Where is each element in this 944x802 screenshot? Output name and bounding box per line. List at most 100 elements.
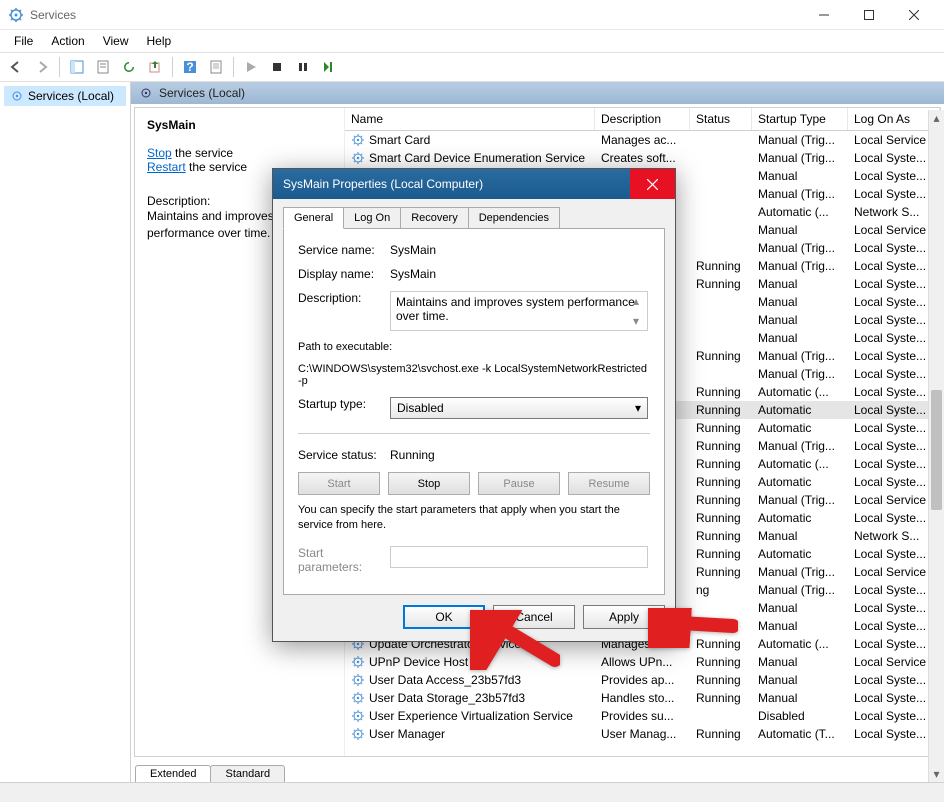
startup-type-dropdown[interactable]: Disabled ▾ (390, 397, 648, 419)
cell-startup: Automatic (... (752, 384, 848, 400)
cell-desc: Manages ac... (595, 132, 690, 148)
toolbar: ? (0, 52, 944, 82)
maximize-button[interactable] (846, 0, 891, 30)
right-pane-title: Services (Local) (159, 86, 245, 100)
show-hide-tree-button[interactable] (65, 55, 89, 79)
cell-name: Smart Card (369, 133, 430, 147)
label-startup-type: Startup type: (298, 397, 390, 411)
right-pane-header: Services (Local) (131, 82, 944, 104)
menu-view[interactable]: View (95, 32, 137, 50)
cell-logon: Local Syste... (848, 150, 940, 166)
back-button[interactable] (4, 55, 28, 79)
properties-button[interactable] (91, 55, 115, 79)
bottom-tabs: Extended Standard (131, 760, 944, 782)
scroll-down-icon[interactable]: ▾ (633, 314, 645, 328)
stop-service-button[interactable] (265, 55, 289, 79)
gear-icon (10, 89, 24, 103)
gear-icon (351, 673, 365, 687)
cell-name: User Data Access_23b57fd3 (369, 673, 521, 687)
gear-icon (351, 727, 365, 741)
cell-status: Running (690, 384, 752, 400)
cell-startup: Manual (752, 654, 848, 670)
cell-startup: Manual (Trig... (752, 348, 848, 364)
menu-help[interactable]: Help (139, 32, 180, 50)
cell-logon: Local Syste... (848, 258, 940, 274)
restart-link[interactable]: Restart (147, 160, 186, 174)
refresh-button[interactable] (117, 55, 141, 79)
dialog-titlebar[interactable]: SysMain Properties (Local Computer) (273, 169, 675, 199)
cell-startup: Automatic (... (752, 636, 848, 652)
help-button[interactable]: ? (178, 55, 202, 79)
dialog-tab-recovery[interactable]: Recovery (400, 207, 468, 229)
cell-logon: Local Service (848, 654, 940, 670)
forward-button[interactable] (30, 55, 54, 79)
properties-dialog: SysMain Properties (Local Computer) Gene… (272, 168, 676, 642)
statusbar (0, 782, 944, 802)
arrow-annotation-icon (470, 610, 560, 670)
dialog-tab-dependencies[interactable]: Dependencies (468, 207, 560, 229)
cell-startup: Manual (Trig... (752, 240, 848, 256)
cell-startup: Manual (Trig... (752, 564, 848, 580)
scroll-up-icon[interactable]: ▴ (633, 294, 645, 308)
cell-logon: Local Syste... (848, 726, 940, 742)
description-textbox[interactable]: Maintains and improves system performanc… (390, 291, 648, 331)
tab-standard[interactable]: Standard (210, 765, 285, 782)
scroll-down-icon[interactable]: ▾ (929, 766, 944, 782)
tree-services-local[interactable]: Services (Local) (4, 86, 126, 106)
scroll-thumb[interactable] (931, 390, 942, 510)
menu-file[interactable]: File (6, 32, 41, 50)
scroll-up-icon[interactable]: ▴ (929, 110, 944, 126)
properties-sheet-button[interactable] (204, 55, 228, 79)
cell-startup: Manual (752, 618, 848, 634)
tree-item-label: Services (Local) (28, 89, 114, 103)
cell-name: User Manager (369, 727, 445, 741)
export-button[interactable] (143, 55, 167, 79)
dialog-tab-general[interactable]: General (283, 207, 344, 229)
table-row[interactable]: User Data Access_23b57fd3Provides ap...R… (345, 671, 940, 689)
stop-link[interactable]: Stop (147, 146, 172, 160)
cell-startup: Automatic (... (752, 456, 848, 472)
window-title: Services (30, 8, 801, 22)
value-service-status: Running (390, 448, 650, 462)
pause-service-button[interactable] (291, 55, 315, 79)
label-service-name: Service name: (298, 243, 390, 257)
start-service-button[interactable] (239, 55, 263, 79)
table-row[interactable]: User Experience Virtualization Service Pr… (345, 707, 940, 725)
close-button[interactable] (891, 0, 936, 30)
col-desc[interactable]: Description (595, 108, 690, 130)
tab-extended[interactable]: Extended (135, 765, 211, 782)
cell-name: User Experience Virtualization Service (369, 709, 573, 723)
col-logon[interactable]: Log On As (848, 108, 940, 130)
cell-startup: Automatic (T... (752, 726, 848, 742)
label-service-status: Service status: (298, 448, 390, 462)
cell-status (690, 175, 752, 177)
cell-logon: Local Syste... (848, 600, 940, 616)
cell-status: Running (690, 564, 752, 580)
vertical-scrollbar[interactable]: ▴ ▾ (928, 110, 944, 782)
stop-button[interactable]: Stop (388, 472, 470, 495)
minimize-button[interactable] (801, 0, 846, 30)
menu-action[interactable]: Action (43, 32, 92, 50)
cell-status: Running (690, 672, 752, 688)
value-display-name: SysMain (390, 267, 650, 281)
col-status[interactable]: Status (690, 108, 752, 130)
dialog-tab-logon[interactable]: Log On (343, 207, 401, 229)
table-row[interactable]: UPnP Device HostAllows UPn...RunningManu… (345, 653, 940, 671)
table-row[interactable]: User ManagerUser Manag...RunningAutomati… (345, 725, 940, 743)
stop-suffix: the service (172, 146, 233, 160)
dialog-title: SysMain Properties (Local Computer) (283, 177, 630, 191)
col-name[interactable]: Name (345, 108, 595, 130)
cell-desc: Provides su... (595, 708, 690, 724)
cell-desc: User Manag... (595, 726, 690, 742)
start-button: Start (298, 472, 380, 495)
resume-button: Resume (568, 472, 650, 495)
col-startup[interactable]: Startup Type (752, 108, 848, 130)
dialog-close-button[interactable] (630, 169, 675, 199)
list-header: Name Description Status Startup Type Log… (345, 108, 940, 131)
restart-service-button[interactable] (317, 55, 341, 79)
cell-logon: Local Service (848, 492, 940, 508)
table-row[interactable]: Smart Card Device Enumeration ServiceCre… (345, 149, 940, 167)
cell-startup: Manual (Trig... (752, 186, 848, 202)
table-row[interactable]: User Data Storage_23b57fd3Handles sto...… (345, 689, 940, 707)
table-row[interactable]: Smart CardManages ac...Manual (Trig...Lo… (345, 131, 940, 149)
